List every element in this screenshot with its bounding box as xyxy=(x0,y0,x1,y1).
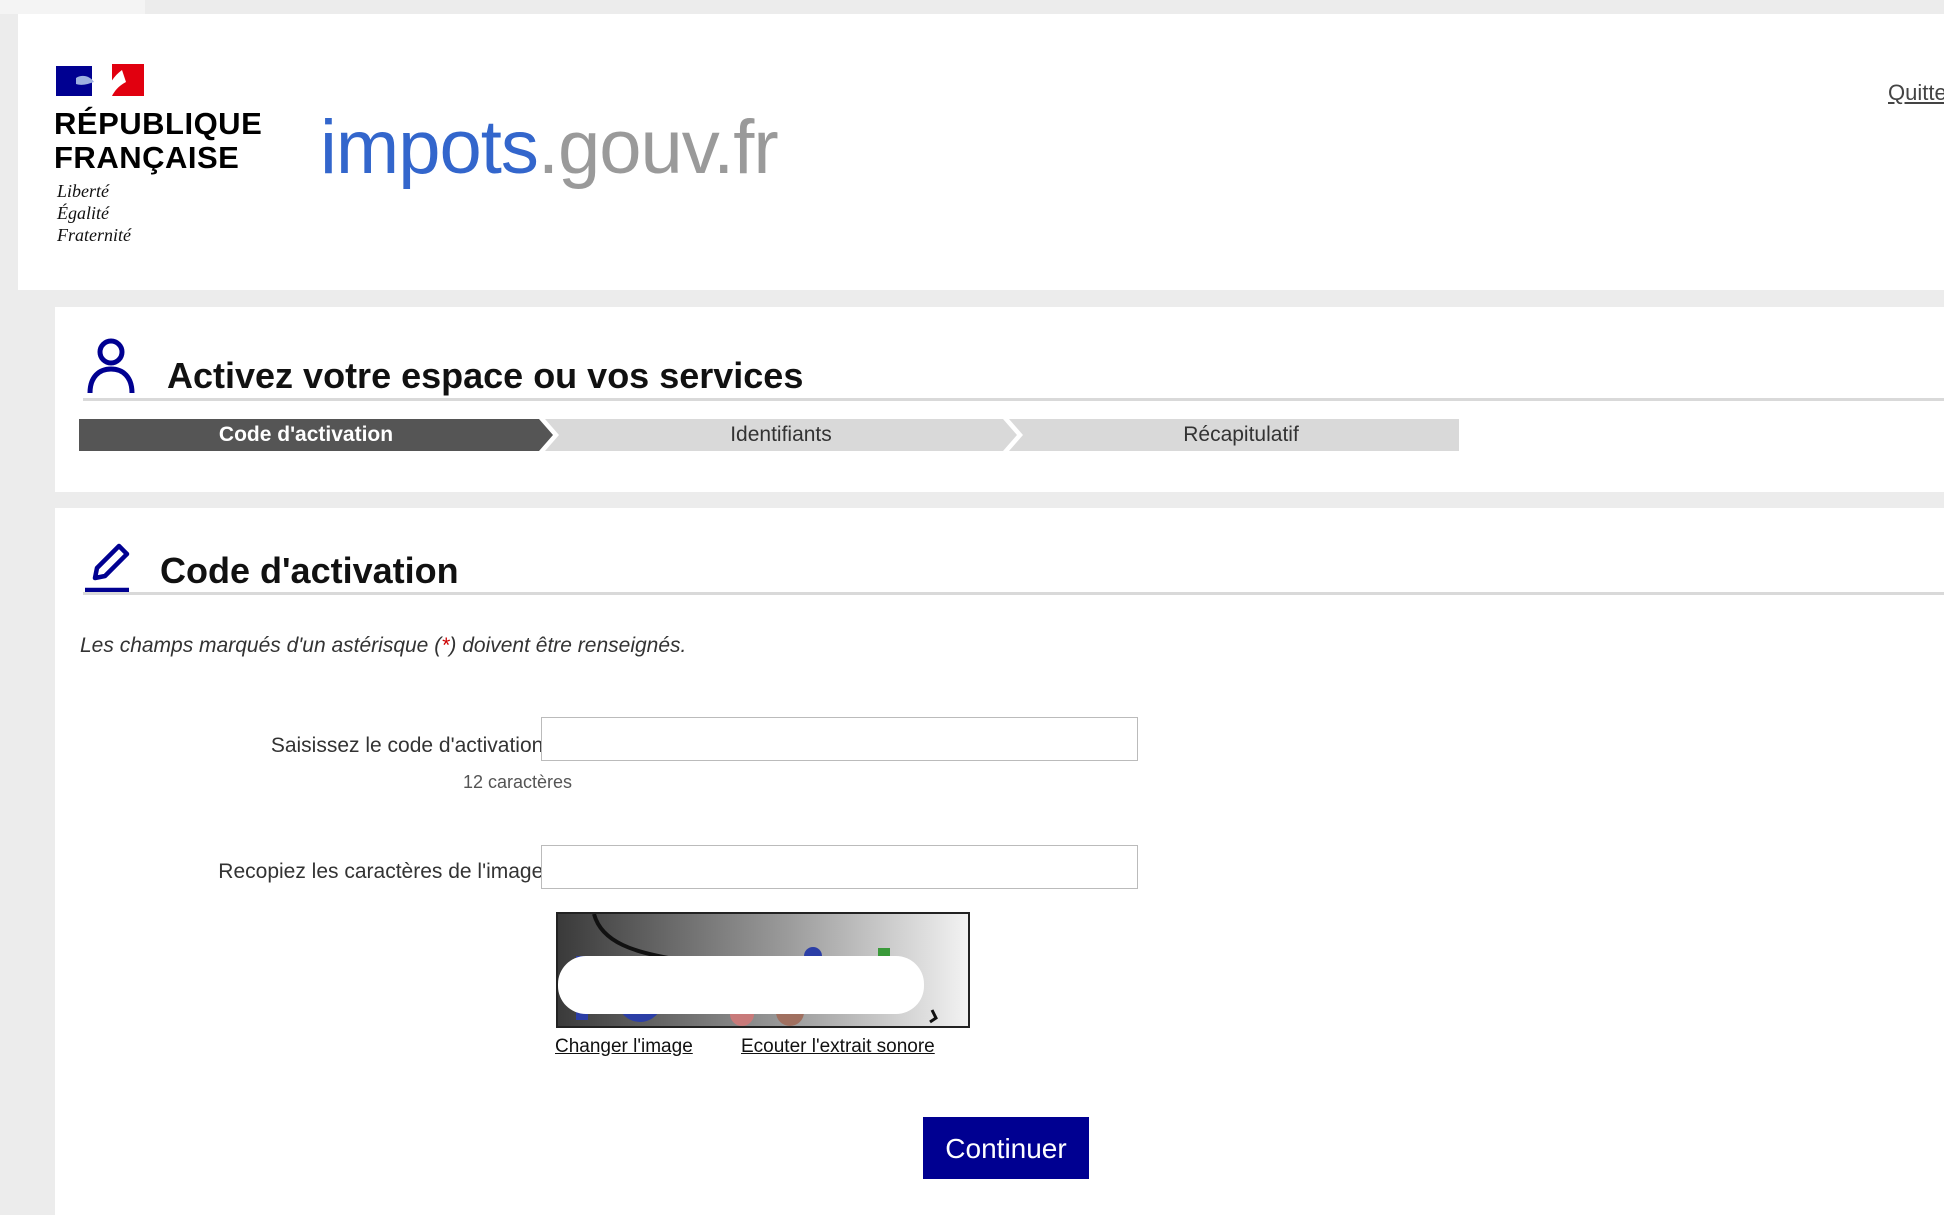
title-divider xyxy=(83,398,1944,401)
step-recapitulatif: Récapitulatif xyxy=(1183,423,1299,446)
motto-fraternite: Fraternité xyxy=(57,225,131,245)
pencil-icon xyxy=(85,543,130,593)
republic-line-2: FRANÇAISE xyxy=(54,140,240,175)
captcha-image xyxy=(556,912,970,1028)
captcha-input[interactable] xyxy=(541,845,1138,889)
hint-text-before: Les champs marqués d'un astérisque ( xyxy=(80,634,442,657)
captcha-label: Recopiez les caractères de l'image : * xyxy=(218,860,569,884)
captcha-graphic xyxy=(558,914,968,1026)
marianne-logo xyxy=(56,64,144,96)
step-code-activation: Code d'activation xyxy=(218,423,394,446)
change-image-link[interactable]: Changer l'image xyxy=(555,1036,693,1058)
form-panel: Code d'activation Les champs marqués d'u… xyxy=(55,508,1944,1215)
site-header: RÉPUBLIQUE FRANÇAISE Liberté Égalité Fra… xyxy=(18,14,1944,290)
required-fields-hint: Les champs marqués d'un astérisque (*) d… xyxy=(80,634,686,658)
continue-button[interactable]: Continuer xyxy=(923,1117,1089,1179)
site-name-main: impots xyxy=(320,105,539,190)
audio-captcha-link[interactable]: Ecouter l'extrait sonore xyxy=(741,1036,935,1058)
step-identifiants: Identifiants xyxy=(730,423,832,446)
republic-line-1: RÉPUBLIQUE xyxy=(54,106,263,141)
quit-link[interactable]: Quitte xyxy=(1888,80,1944,106)
captcha-label-text: Recopiez les caractères de l'image : xyxy=(218,860,555,883)
activation-code-label-text: Saisissez le code d'activation : xyxy=(270,734,555,757)
title-panel: Activez votre espace ou vos services Cod… xyxy=(55,307,1944,492)
site-name-logo[interactable]: impots.gouv.fr xyxy=(320,110,779,186)
section-divider xyxy=(83,592,1944,595)
window-edge xyxy=(0,0,145,14)
user-icon xyxy=(87,338,135,394)
motto-liberte: Liberté xyxy=(57,181,109,201)
progress-steps: Code d'activation Identifiants Récapitul… xyxy=(79,419,1459,451)
site-name-domain: .gouv.fr xyxy=(537,105,779,190)
page-title: Activez votre espace ou vos services xyxy=(167,355,804,396)
section-title: Code d'activation xyxy=(160,550,459,591)
hint-text-after: ) doivent être renseignés. xyxy=(449,634,687,657)
activation-code-input[interactable] xyxy=(541,717,1138,761)
motto-egalite: Égalité xyxy=(57,203,109,223)
activation-code-hint: 12 caractères xyxy=(462,772,572,792)
activation-code-label: Saisissez le code d'activation : * xyxy=(271,734,569,758)
